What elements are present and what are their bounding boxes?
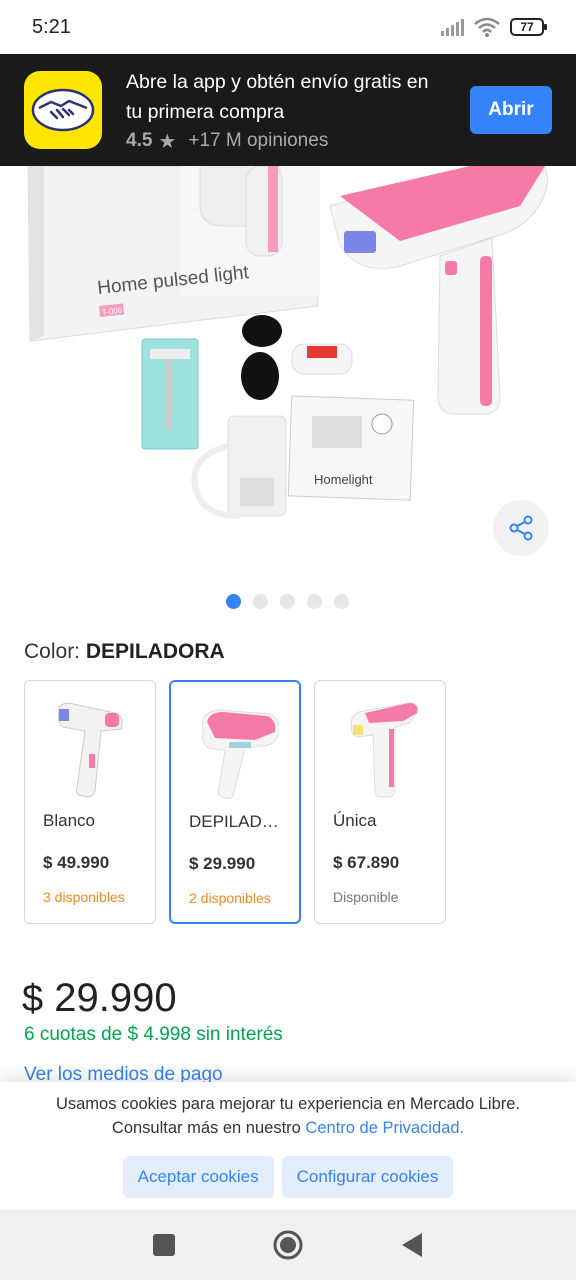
variant-name: DEPILADORA <box>189 812 289 831</box>
variant-image <box>201 709 279 800</box>
privacy-center-link[interactable]: Centro de Privacidad. <box>305 1119 464 1137</box>
cookie-line-2-text: Consultar más en nuestro <box>111 1119 306 1137</box>
recents-icon[interactable] <box>152 1233 176 1257</box>
variant-stock: 2 disponibles <box>189 890 271 906</box>
price-amount: 29.990 <box>54 976 177 1020</box>
product-image[interactable]: Home pulsed light T-006 Homelight <box>0 166 576 576</box>
variant-price: $ 67.890 <box>333 853 400 872</box>
configure-cookies-button[interactable]: Configurar cookies <box>281 1156 454 1198</box>
manual-text: Homelight <box>314 472 373 487</box>
app-install-banner: Abre la app y obtén envío gratis en tu p… <box>0 54 576 166</box>
share-button[interactable] <box>493 500 549 556</box>
variant-image <box>58 702 123 798</box>
carousel-pagination[interactable] <box>226 594 349 609</box>
banner-text: Abre la app y obtén envío gratis en tu p… <box>126 67 470 154</box>
color-selector-label: Color: DEPILADORA <box>24 640 225 664</box>
carousel-dot[interactable] <box>253 594 268 609</box>
carousel-dot[interactable] <box>307 594 322 609</box>
price-currency: $ <box>22 978 44 1020</box>
cookie-line-1: Usamos cookies para mejorar tu experienc… <box>55 1095 521 1113</box>
open-app-button[interactable]: Abrir <box>470 86 552 134</box>
cookie-banner: Usamos cookies para mejorar tu experienc… <box>0 1082 576 1210</box>
carousel-dot[interactable] <box>334 594 349 609</box>
variant-card-blanco[interactable]: Blanco $ 49.990 3 disponibles <box>24 680 156 924</box>
review-count: +17 M opiniones <box>188 130 329 151</box>
variant-stock: Disponible <box>333 889 399 905</box>
status-icons: 77 <box>441 17 547 37</box>
variant-name: Única <box>333 811 377 830</box>
system-navigation-bar <box>0 1210 576 1280</box>
mercadolibre-logo <box>24 71 102 149</box>
variant-name: Blanco <box>43 811 95 830</box>
variant-card-depiladora[interactable]: DEPILADORA $ 29.990 2 disponibles <box>169 680 301 924</box>
star-icon: ★ <box>158 130 177 153</box>
home-icon[interactable] <box>272 1229 304 1261</box>
accept-cookies-button[interactable]: Aceptar cookies <box>122 1156 274 1198</box>
variant-price: $ 29.990 <box>189 854 256 873</box>
status-bar: 5:21 77 <box>0 0 576 54</box>
variant-stock: 3 disponibles <box>43 889 125 905</box>
color-label-prefix: Color: <box>24 640 81 663</box>
cookie-text: Usamos cookies para mejorar tu experienc… <box>0 1092 576 1140</box>
back-icon[interactable] <box>400 1232 424 1258</box>
variant-list: Blanco $ 49.990 3 disponibles DEPILADORA… <box>24 680 446 924</box>
rating-value: 4.5 <box>126 130 153 151</box>
wifi-icon <box>474 17 500 37</box>
signal-icon <box>441 18 464 36</box>
banner-rating: 4.5 ★ +17 M opiniones <box>126 129 470 154</box>
status-time: 5:21 <box>32 15 71 38</box>
installments-text: 6 cuotas de $ 4.998 sin interés <box>24 1024 283 1045</box>
carousel-dot[interactable] <box>226 594 241 609</box>
cookie-buttons: Aceptar cookies Configurar cookies <box>0 1156 576 1198</box>
carousel-dot[interactable] <box>280 594 295 609</box>
cookie-line-2: Consultar más en nuestro Centro de Priva… <box>0 1116 576 1140</box>
battery-icon: 77 <box>510 18 547 36</box>
handshake-icon <box>31 88 95 132</box>
product-photo: Home pulsed light T-006 Homelight <box>27 166 549 519</box>
variant-price: $ 49.990 <box>43 853 110 872</box>
banner-title: Abre la app y obtén envío gratis en tu p… <box>126 70 429 123</box>
selected-color: DEPILADORA <box>85 640 225 663</box>
variant-image <box>350 702 418 798</box>
share-icon <box>509 515 533 541</box>
variant-card-unica[interactable]: Única $ 67.890 Disponible <box>314 680 446 924</box>
product-price: $ 29.990 <box>22 976 177 1021</box>
